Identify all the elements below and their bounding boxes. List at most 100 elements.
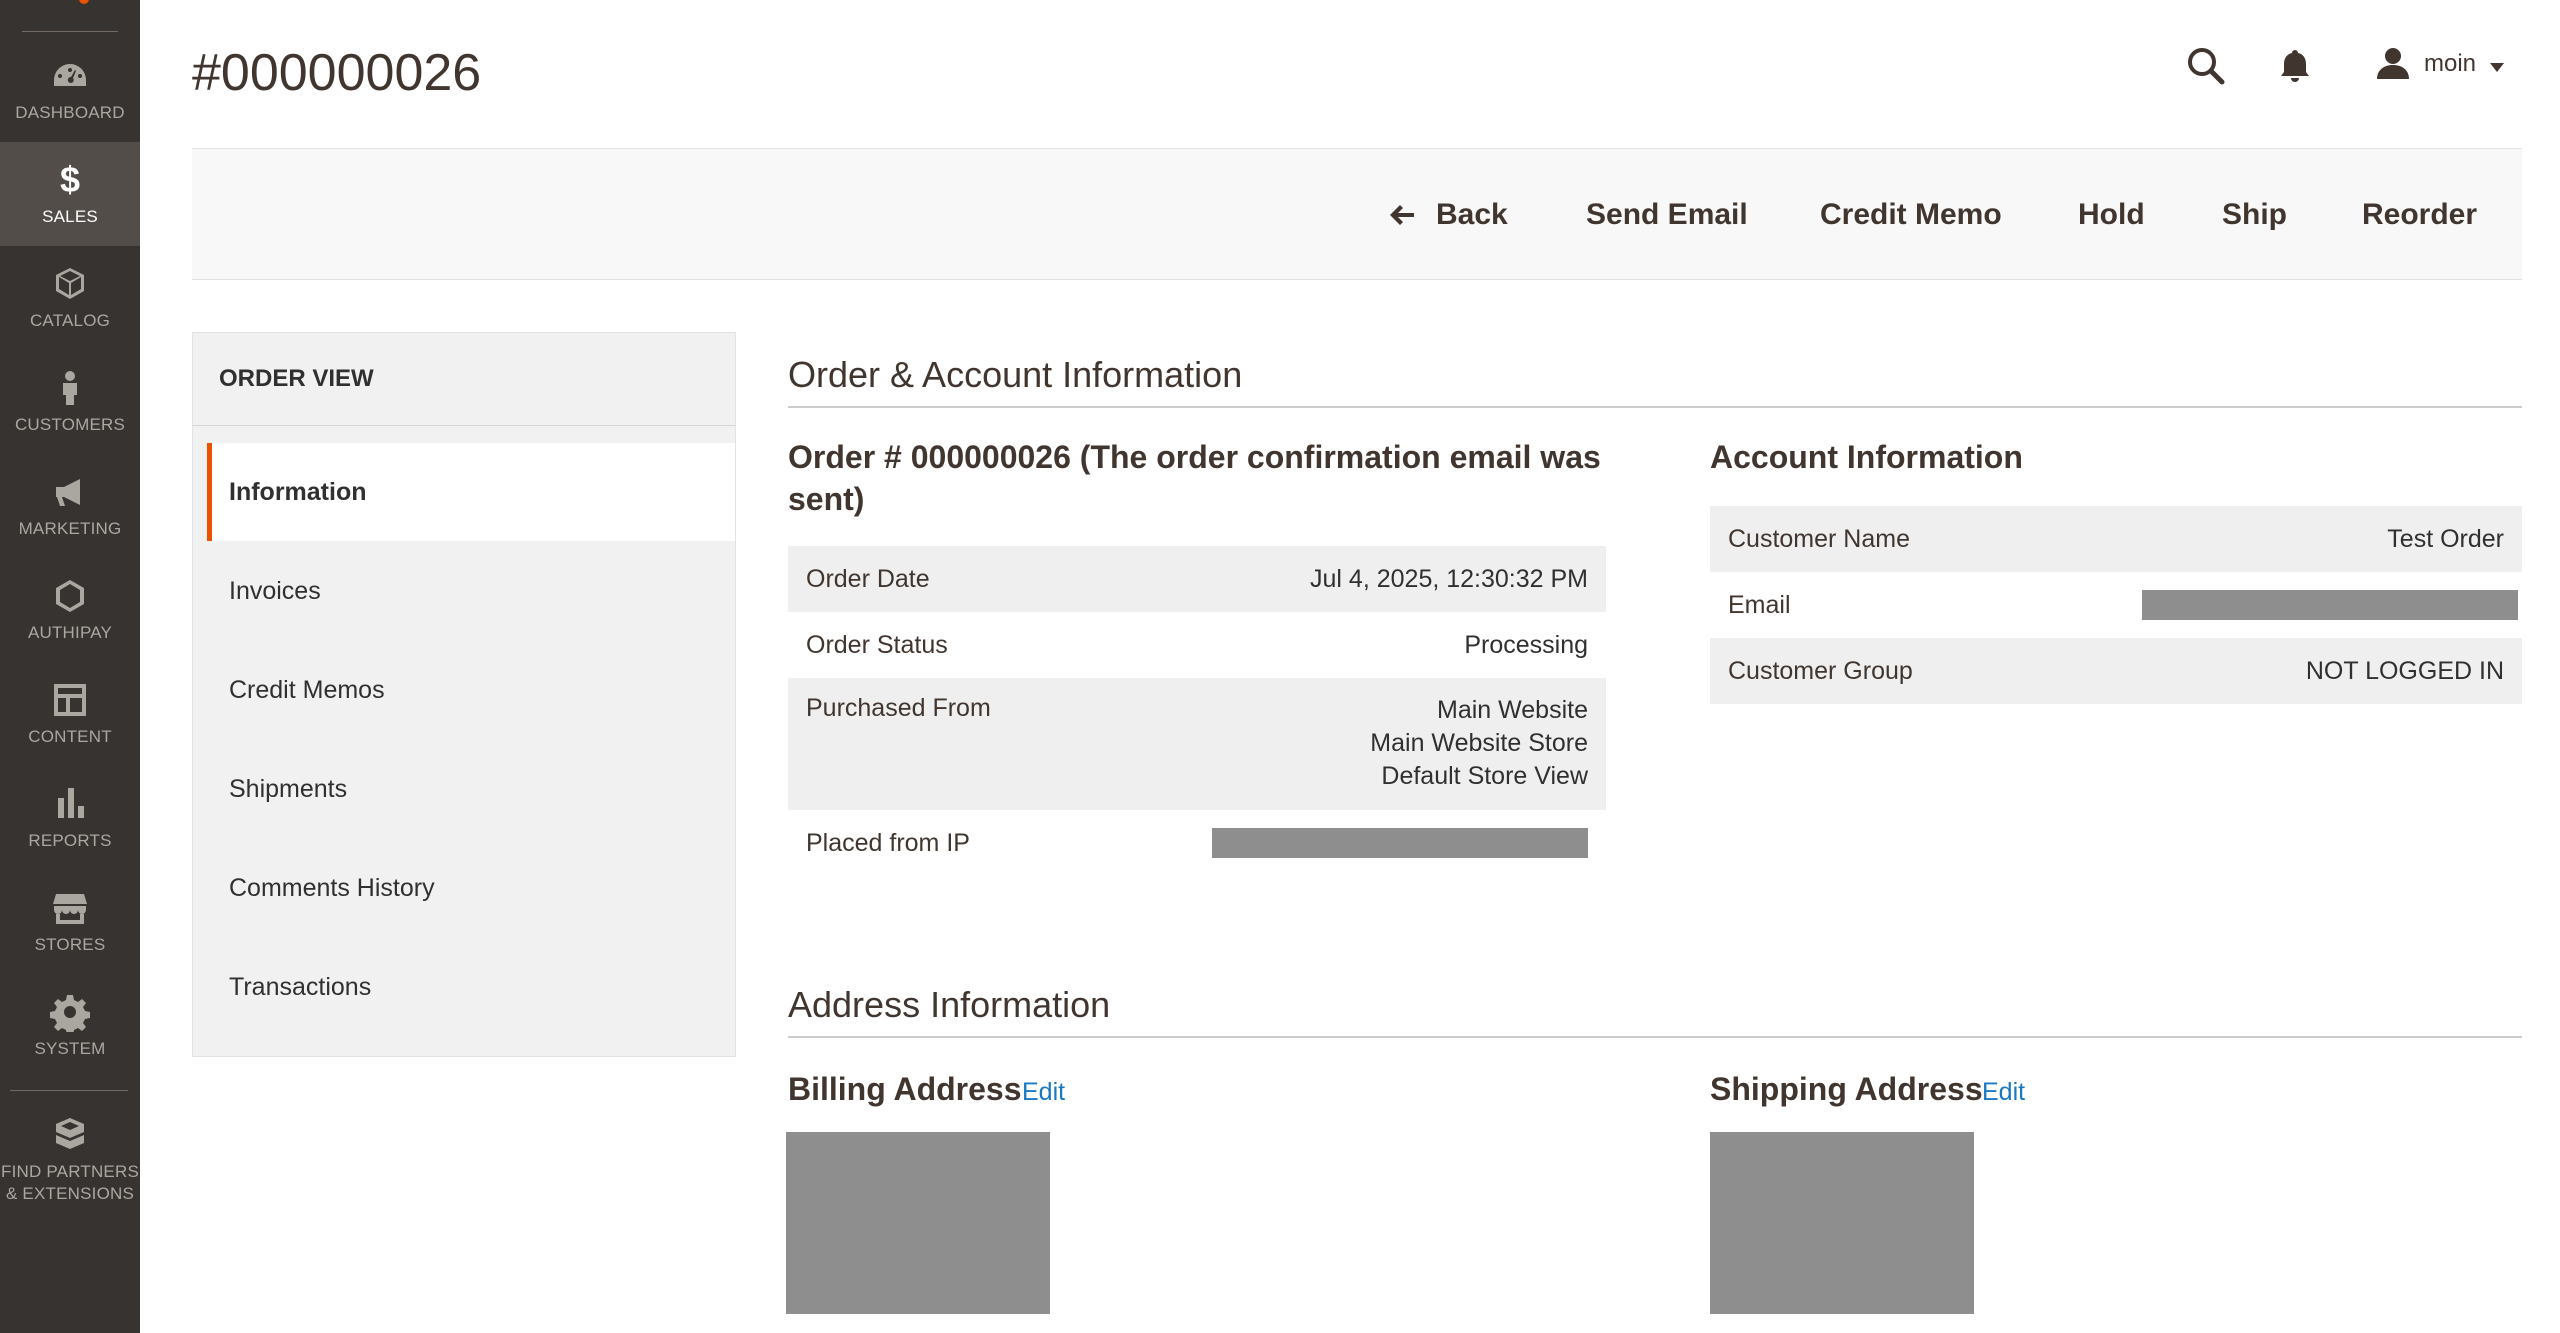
- order-title: Order # 000000026 (The order confirmatio…: [788, 439, 1601, 517]
- sidebar-item-customers[interactable]: CUSTOMERS: [0, 350, 140, 454]
- admin-sidebar: DASHBOARD $ SALES CATALOG CUSTOMERS MARK…: [0, 0, 140, 1333]
- sidebar-logo[interactable]: [22, 0, 118, 32]
- placed-from-ip-label: Placed from IP: [806, 828, 970, 857]
- hexagon-icon: [56, 580, 84, 612]
- page-actions-bar: Back Send Email Credit Memo Hold Ship Re…: [192, 148, 2522, 280]
- dashboard-icon: [54, 64, 86, 86]
- sidebar-item-find-partners[interactable]: FIND PARTNERS & EXTENSIONS: [0, 1104, 140, 1216]
- user-name[interactable]: moin: [2424, 50, 2476, 78]
- order-status-label: Order Status: [806, 630, 948, 659]
- table-row: Placed from IP: [788, 810, 1606, 876]
- shipping-address-title: Shipping Address: [1710, 1071, 1983, 1107]
- ship-button[interactable]: Ship: [2222, 195, 2287, 235]
- table-row: Email: [1710, 572, 2522, 638]
- tab-comments-history[interactable]: Comments History: [207, 839, 735, 937]
- cube-icon: [56, 268, 84, 299]
- tabs-title: ORDER VIEW: [219, 365, 374, 392]
- sidebar-item-label: AUTHIPAY: [27, 623, 113, 642]
- tab-credit-memos[interactable]: Credit Memos: [207, 641, 735, 739]
- sidebar-item-label: CONTENT: [28, 727, 112, 746]
- order-account-section-title: Order & Account Information: [788, 354, 1243, 395]
- storefront-icon: [53, 894, 87, 924]
- order-status-value: Processing: [1464, 630, 1588, 659]
- send-email-button[interactable]: Send Email: [1586, 195, 1748, 235]
- sidebar-item-label: DASHBOARD: [15, 103, 125, 122]
- tab-invoices[interactable]: Invoices: [207, 542, 735, 640]
- tab-shipments[interactable]: Shipments: [207, 740, 735, 838]
- table-row: Order Status Processing: [788, 612, 1606, 678]
- sidebar-item-sales[interactable]: $ SALES: [0, 142, 140, 246]
- order-date-label: Order Date: [806, 564, 930, 593]
- order-date-value: Jul 4, 2025, 12:30:32 PM: [1310, 564, 1588, 593]
- purchased-from-value: Main Website Main Website Store Default …: [1370, 694, 1588, 810]
- redacted-shipping-address: [1710, 1132, 1974, 1314]
- arrow-left-icon: [1390, 205, 1414, 225]
- email-label: Email: [1728, 590, 1791, 619]
- sidebar-item-dashboard[interactable]: DASHBOARD: [0, 38, 140, 142]
- purchased-from-label: Purchased From: [806, 694, 991, 722]
- person-icon: [63, 371, 77, 405]
- sidebar-item-label: MARKETING: [18, 519, 122, 538]
- account-info-table: Customer Name Test Order Email Customer …: [1710, 506, 2522, 704]
- redacted-billing-address: [786, 1132, 1050, 1314]
- search-icon[interactable]: [2186, 46, 2226, 91]
- dollar-icon: $: [60, 160, 80, 200]
- purchased-from-line: Main Website Store: [1370, 729, 1588, 757]
- section-divider: [788, 1036, 2522, 1038]
- back-label: Back: [1436, 198, 1508, 231]
- sidebar-item-label: CUSTOMERS: [14, 415, 126, 434]
- tabs-divider: [193, 425, 735, 426]
- account-title: Account Information: [1710, 439, 2023, 475]
- user-avatar-icon[interactable]: [2376, 46, 2410, 85]
- billing-address-title: Billing Address: [788, 1071, 1022, 1107]
- boxes-icon: [56, 1118, 84, 1149]
- sidebar-item-label: STORES: [34, 935, 106, 954]
- svg-text:$: $: [60, 160, 80, 200]
- section-divider: [788, 406, 2522, 408]
- table-row: Customer Name Test Order: [1710, 506, 2522, 572]
- tab-transactions[interactable]: Transactions: [207, 938, 735, 1036]
- purchased-from-line: Default Store View: [1381, 762, 1588, 790]
- chevron-down-icon[interactable]: [2490, 60, 2504, 78]
- gear-icon: [50, 995, 90, 1032]
- table-row: Purchased From Main Website Main Website…: [788, 678, 1606, 810]
- order-info-table: Order Date Jul 4, 2025, 12:30:32 PM Orde…: [788, 546, 1606, 876]
- tab-information[interactable]: Information: [207, 443, 735, 541]
- page-title: #000000026: [192, 44, 482, 102]
- customer-group-value: NOT LOGGED IN: [2305, 656, 2504, 685]
- shipping-edit-link[interactable]: Edit: [1982, 1078, 2025, 1107]
- customer-group-label: Customer Group: [1728, 656, 1913, 685]
- sidebar-item-stores[interactable]: STORES: [0, 870, 140, 974]
- billing-edit-link[interactable]: Edit: [1022, 1078, 1065, 1107]
- credit-memo-button[interactable]: Credit Memo: [1820, 195, 2002, 235]
- logo-mark: [79, 0, 89, 4]
- address-section-title: Address Information: [788, 984, 1111, 1025]
- back-button[interactable]: Back: [1388, 195, 1508, 235]
- sidebar-item-catalog[interactable]: CATALOG: [0, 246, 140, 350]
- customer-name-value: Test Order: [2387, 524, 2504, 553]
- order-view-tabs: ORDER VIEW Information Invoices Credit M…: [192, 332, 736, 1057]
- redacted-email-value: [2142, 590, 2518, 620]
- customer-name-label: Customer Name: [1728, 524, 1910, 553]
- table-row: Customer Group NOT LOGGED IN: [1710, 638, 2522, 704]
- sidebar-item-content[interactable]: CONTENT: [0, 662, 140, 766]
- redacted-ip-value: [1212, 828, 1588, 858]
- reorder-button[interactable]: Reorder: [2362, 195, 2477, 235]
- sidebar-item-label: REPORTS: [28, 831, 112, 850]
- sidebar-item-label: CATALOG: [29, 311, 111, 330]
- sidebar-item-system[interactable]: SYSTEM: [0, 974, 140, 1078]
- purchased-from-line: Main Website: [1437, 696, 1588, 724]
- sidebar-item-label: FIND PARTNERS & EXTENSIONS: [1, 1162, 139, 1203]
- bar-chart-icon: [58, 788, 84, 818]
- sidebar-item-label: SALES: [42, 207, 98, 226]
- hold-button[interactable]: Hold: [2078, 195, 2145, 235]
- notifications-bell-icon[interactable]: [2280, 48, 2310, 89]
- table-row: Order Date Jul 4, 2025, 12:30:32 PM: [788, 546, 1606, 612]
- sidebar-item-authipay[interactable]: AUTHIPAY: [0, 558, 140, 662]
- sidebar-divider: [10, 1090, 128, 1091]
- sidebar-item-reports[interactable]: REPORTS: [0, 766, 140, 870]
- sidebar-item-label: SYSTEM: [34, 1039, 106, 1058]
- layout-icon: [54, 684, 86, 716]
- megaphone-icon: [56, 479, 80, 506]
- sidebar-item-marketing[interactable]: MARKETING: [0, 454, 140, 558]
